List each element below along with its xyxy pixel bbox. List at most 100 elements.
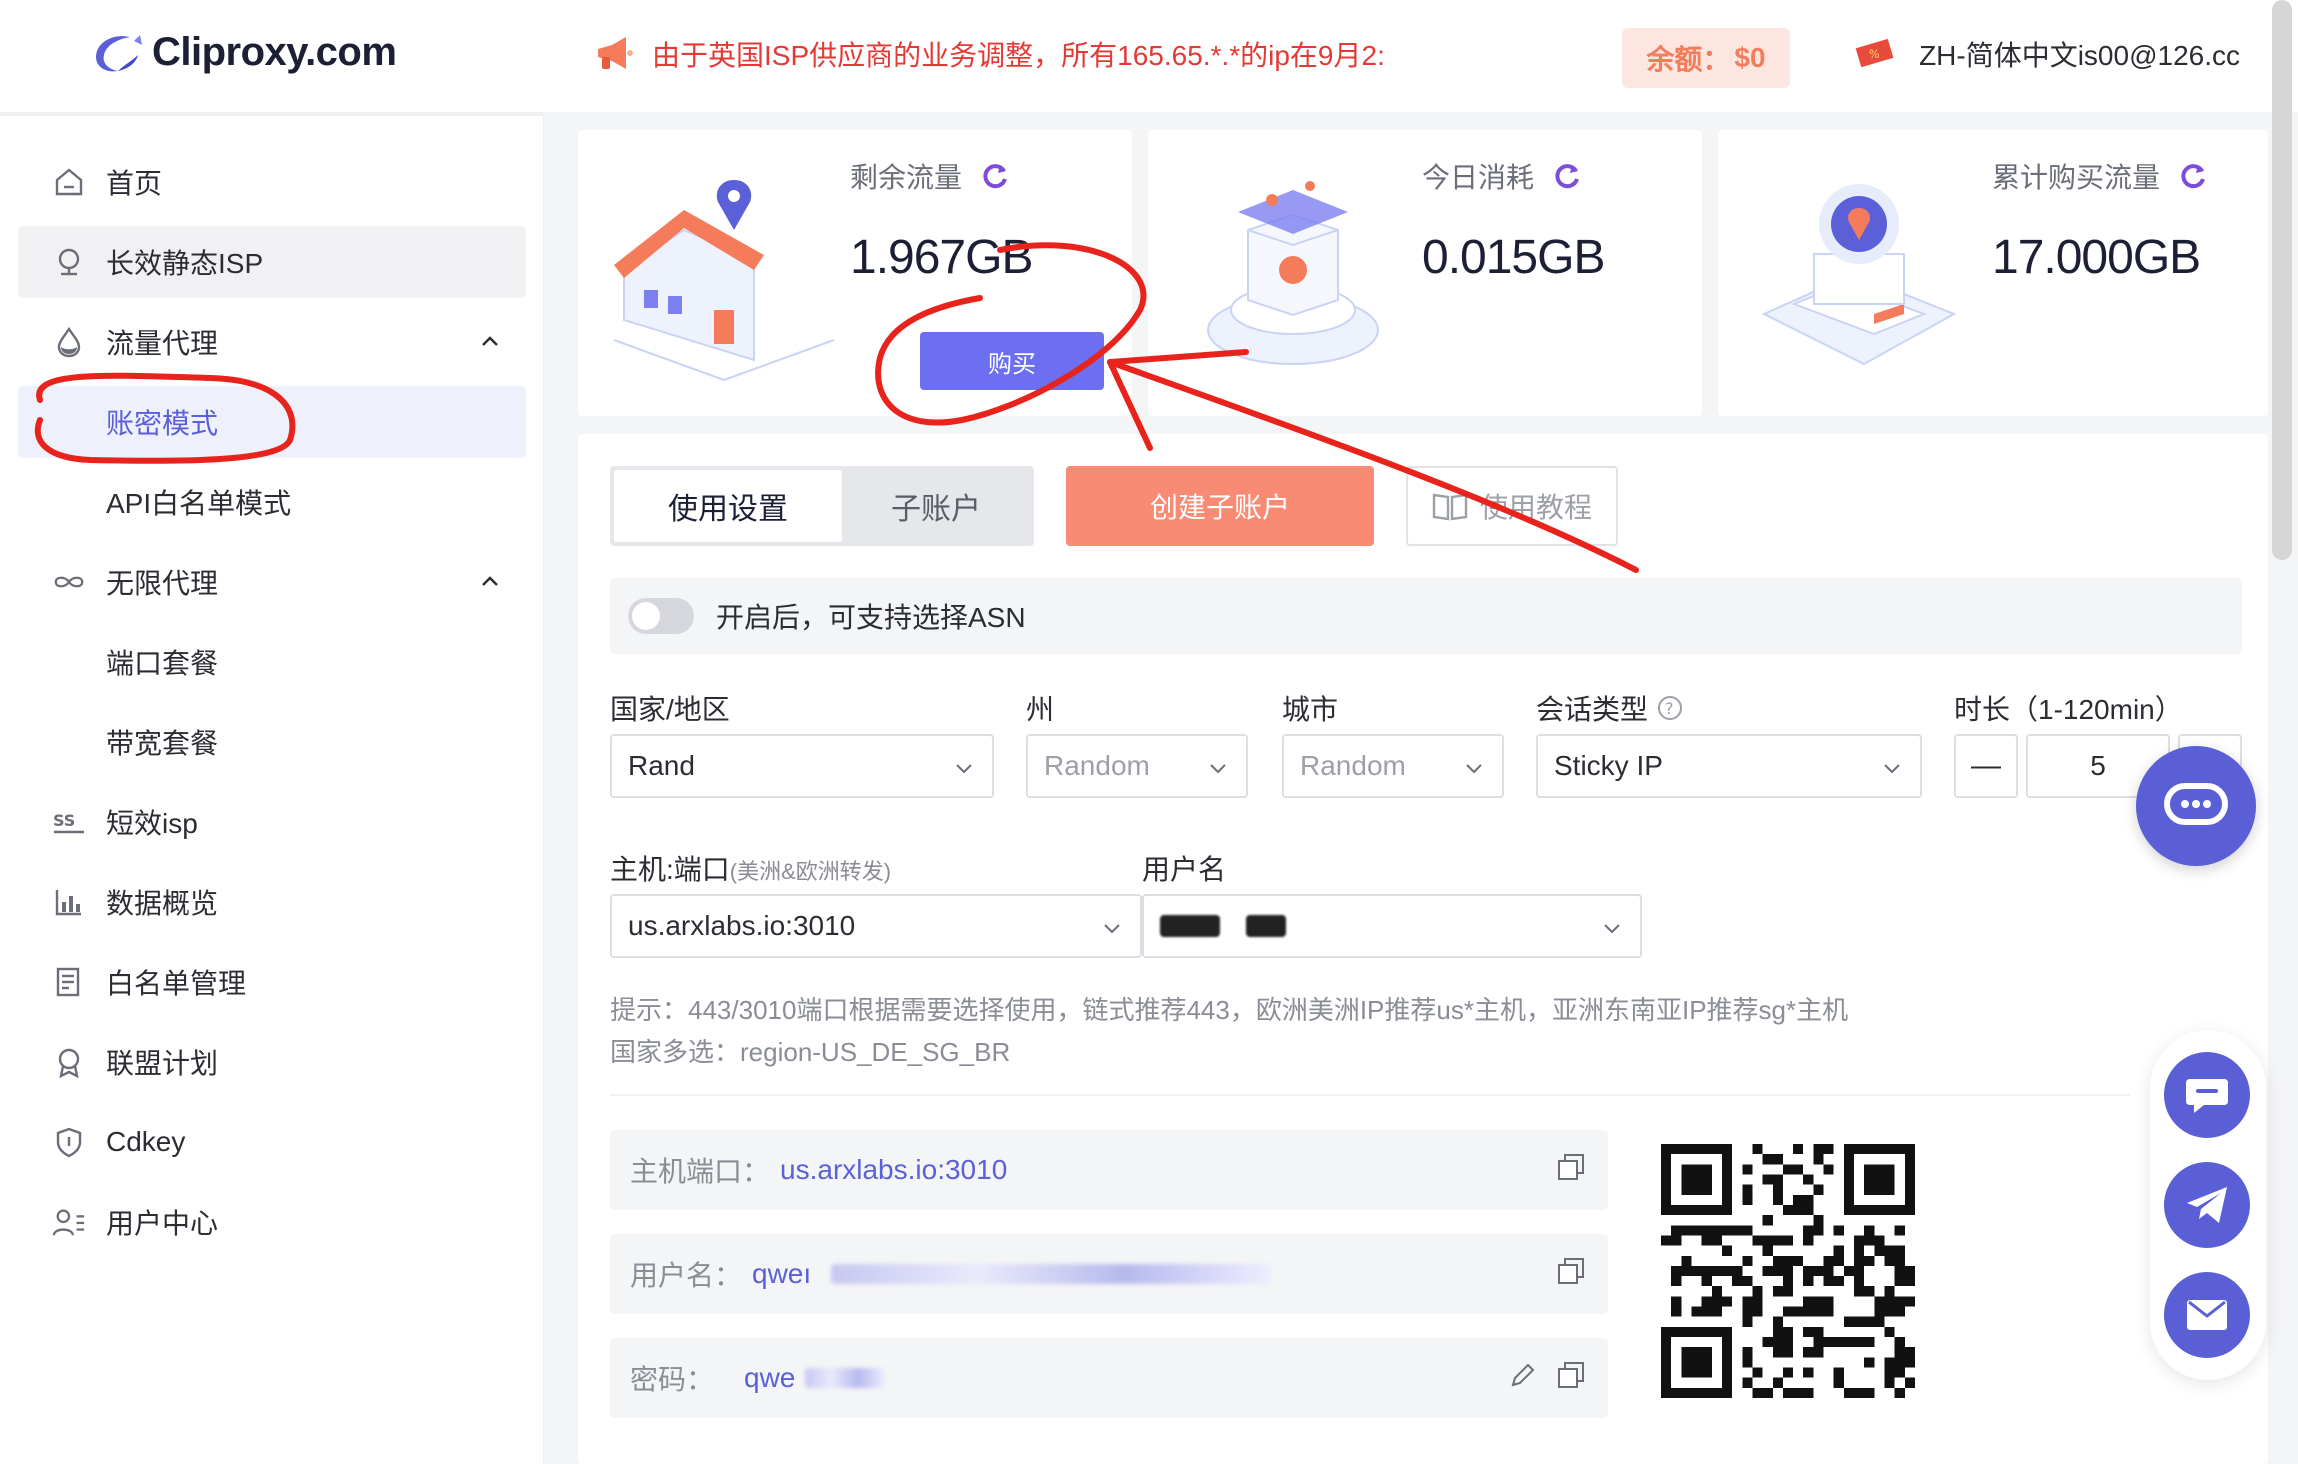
logo[interactable]: Cliproxy.com	[90, 30, 397, 75]
user-text: ZH-简体中文is00@126.cc	[1919, 40, 2240, 71]
sidebar-item-home[interactable]: 首页	[18, 146, 526, 218]
create-sub-account-button[interactable]: 创建子账户	[1066, 466, 1374, 546]
sidebar-item-port-plan[interactable]: 端口套餐	[18, 626, 526, 698]
badge-icon	[52, 1045, 86, 1079]
qr-code-image	[1661, 1144, 1915, 1398]
sidebar-item-account-password[interactable]: 账密模式	[18, 386, 526, 458]
redacted-username	[1246, 915, 1286, 937]
sidebar-item-unlimited-proxy[interactable]: 无限代理	[18, 546, 526, 618]
info-username-row: 用户名： qweı	[610, 1234, 1608, 1314]
info-host-label: 主机端口：	[630, 1156, 771, 1187]
chevron-down-icon	[1604, 924, 1620, 934]
balance-badge[interactable]: 余额： $0	[1622, 28, 1790, 88]
refresh-icon[interactable]	[2178, 161, 2208, 191]
help-icon[interactable]: ?	[1656, 694, 1684, 722]
notice-text: 由于英国ISP供应商的业务调整，所有165.65.*.*的ip在9月2:	[652, 40, 1385, 71]
info-host-value: us.arxlabs.io:3010	[780, 1154, 1008, 1185]
chevron-down-icon	[1466, 764, 1482, 774]
tutorial-label: 使用教程	[1479, 492, 1592, 523]
top-header: Cliproxy.com 由于英国ISP供应商的业务调整，所有165.65.*.…	[0, 0, 2298, 112]
tab-sub-account[interactable]: 子账户	[842, 470, 1030, 542]
message-icon	[2186, 1079, 2228, 1113]
sidebar-item-short-isp[interactable]: SS 短效isp	[18, 786, 526, 858]
chat-bubble-icon	[2164, 783, 2228, 825]
buy-button[interactable]: 购买	[920, 332, 1104, 390]
city-select[interactable]: Random	[1282, 734, 1504, 798]
duration-decrement-button[interactable]: —	[1954, 734, 2018, 798]
host-label: 主机:端口(美洲&欧洲转发)	[610, 848, 891, 888]
today-label: 今日消耗	[1422, 156, 1582, 196]
state-select[interactable]: Random	[1026, 734, 1248, 798]
host-port-select[interactable]: us.arxlabs.io:3010	[610, 894, 1142, 958]
live-chat-button[interactable]	[2164, 1052, 2250, 1138]
chat-assistant-button[interactable]	[2136, 746, 2256, 866]
chevron-down-icon	[1210, 764, 1226, 774]
sidebar-item-label: 带宽套餐	[106, 728, 219, 759]
email-button[interactable]	[2164, 1272, 2250, 1358]
sidebar-item-label: 用户中心	[106, 1208, 219, 1239]
state-value: Random	[1044, 750, 1150, 781]
svg-text:%: %	[1869, 47, 1880, 61]
remaining-label-text: 剩余流量	[850, 162, 963, 193]
sidebar-item-cdkey[interactable]: Cdkey	[18, 1106, 526, 1178]
shield-icon	[52, 1125, 86, 1159]
host-value: us.arxlabs.io:3010	[628, 910, 856, 941]
info-username-label: 用户名：	[630, 1260, 743, 1291]
sidebar-item-bandwidth-plan[interactable]: 带宽套餐	[18, 706, 526, 778]
stat-card-today: 今日消耗 0.015GB	[1148, 130, 1702, 416]
page-scrollbar[interactable]	[2272, 0, 2292, 560]
sidebar-item-label: 端口套餐	[106, 648, 219, 679]
logo-text: Cliproxy.com	[152, 30, 397, 74]
sidebar-item-api-whitelist[interactable]: API白名单模式	[18, 466, 526, 538]
ss-icon: SS	[52, 805, 86, 839]
notice-marquee[interactable]: 由于英国ISP供应商的业务调整，所有165.65.*.*的ip在9月2:	[592, 34, 1392, 74]
sidebar-item-data-overview[interactable]: 数据概览	[18, 866, 526, 938]
copy-icon[interactable]	[1556, 1152, 1586, 1182]
user-list-icon	[52, 1205, 86, 1239]
info-password-value: qwe	[744, 1362, 796, 1393]
session-type-select[interactable]: Sticky IP	[1536, 734, 1922, 798]
asn-toggle[interactable]	[628, 598, 694, 634]
sidebar-item-affiliate[interactable]: 联盟计划	[18, 1026, 526, 1098]
sidebar-item-label: 长效静态ISP	[106, 248, 264, 279]
coupon-icon: %	[1855, 38, 1894, 68]
tutorial-button[interactable]: 使用教程	[1406, 466, 1618, 546]
country-value: Rand	[628, 750, 695, 781]
country-label: 国家/地区	[610, 694, 730, 725]
city-value: Random	[1300, 750, 1406, 781]
box-illustration-icon	[1207, 181, 1379, 365]
tab-usage-settings[interactable]: 使用设置	[614, 470, 842, 542]
country-select[interactable]: Rand	[610, 734, 994, 798]
redacted-password	[805, 1368, 886, 1388]
copy-icon[interactable]	[1556, 1360, 1586, 1390]
total-label-text: 累计购买流量	[1992, 162, 2161, 193]
stat-card-total: 累计购买流量 17.000GB	[1718, 130, 2268, 416]
today-value: 0.015GB	[1422, 231, 1605, 284]
tab-bar: 使用设置 子账户	[610, 466, 1034, 546]
username-select[interactable]	[1142, 894, 1642, 958]
edit-pencil-icon[interactable]	[1508, 1360, 1538, 1390]
asn-toggle-row: 开启后，可支持选择ASN	[610, 578, 2242, 654]
sidebar-item-label: 数据概览	[106, 888, 219, 919]
chevron-up-icon	[482, 576, 498, 586]
user-menu[interactable]: % ZH-简体中文is00@126.cc	[1850, 34, 2240, 74]
sidebar-item-label: 白名单管理	[106, 968, 247, 999]
sidebar-item-static-isp[interactable]: 长效静态ISP	[18, 226, 526, 298]
total-label: 累计购买流量	[1992, 156, 2208, 196]
bar-chart-icon	[52, 885, 86, 919]
chevron-down-icon	[1884, 764, 1900, 774]
refresh-icon[interactable]	[1552, 161, 1582, 191]
location-pin-icon	[52, 245, 86, 279]
refresh-icon[interactable]	[980, 161, 1010, 191]
telegram-button[interactable]	[2164, 1162, 2250, 1248]
sidebar-item-whitelist-management[interactable]: 白名单管理	[18, 946, 526, 1018]
info-host-row: 主机端口： us.arxlabs.io:3010	[610, 1130, 1608, 1210]
svg-text:?: ?	[1665, 699, 1674, 718]
username-label: 用户名	[1142, 854, 1227, 885]
sidebar-item-user-center[interactable]: 用户中心	[18, 1186, 526, 1258]
copy-icon[interactable]	[1556, 1256, 1586, 1286]
host-note: (美洲&欧洲转发)	[729, 859, 892, 884]
duration-label: 时长（1-120min）	[1954, 694, 2183, 725]
chevron-down-icon	[1104, 924, 1120, 934]
sidebar-item-traffic-proxy[interactable]: 流量代理	[18, 306, 526, 378]
